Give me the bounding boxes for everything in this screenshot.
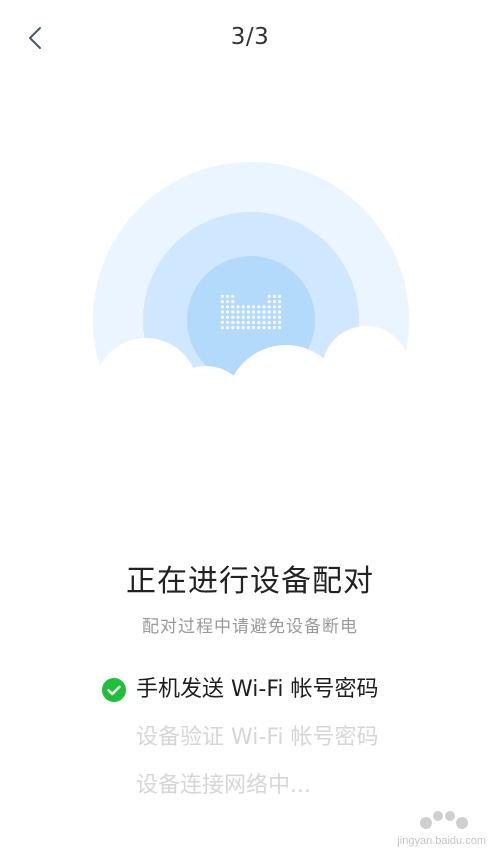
device-dot bbox=[226, 315, 230, 319]
device-dot bbox=[272, 326, 276, 330]
step-item-verify-wifi: 设备验证 Wi-Fi 帐号密码 bbox=[102, 720, 378, 768]
device-dot bbox=[241, 305, 245, 309]
device-dot bbox=[272, 315, 276, 319]
device-dot bbox=[278, 305, 282, 309]
device-dot bbox=[272, 310, 276, 314]
watermark-text: jingyan.baidu.com bbox=[397, 835, 486, 847]
device-dot bbox=[278, 310, 282, 314]
device-dot bbox=[236, 326, 240, 330]
step-item-connect-network: 设备连接网络中... bbox=[102, 768, 378, 816]
device-dot bbox=[241, 320, 245, 324]
device-dot bbox=[257, 326, 261, 330]
device-dot bbox=[272, 320, 276, 324]
step-item-send-wifi: 手机发送 Wi-Fi 帐号密码 bbox=[102, 672, 378, 720]
step-indicator: 3/3 bbox=[230, 24, 270, 50]
device-dot bbox=[220, 294, 224, 298]
device-dot bbox=[226, 310, 230, 314]
device-dot bbox=[226, 305, 230, 309]
device-dot bbox=[252, 320, 256, 324]
device-dot bbox=[246, 315, 250, 319]
device-dot bbox=[272, 305, 276, 309]
device-dot bbox=[267, 294, 271, 298]
device-dot bbox=[267, 310, 271, 314]
pairing-illustration bbox=[86, 160, 446, 478]
device-dot bbox=[236, 305, 240, 309]
device-dot bbox=[257, 315, 261, 319]
device-dot bbox=[220, 310, 224, 314]
paw-logo-icon bbox=[420, 811, 468, 829]
device-dot bbox=[278, 320, 282, 324]
device-dot bbox=[252, 315, 256, 319]
device-dot bbox=[278, 315, 282, 319]
device-dot bbox=[226, 326, 230, 330]
page-subtitle: 配对过程中请避免设备断电 bbox=[142, 617, 358, 637]
device-dot bbox=[236, 310, 240, 314]
device-dot bbox=[272, 300, 276, 304]
device-dot bbox=[257, 310, 261, 314]
device-dot bbox=[246, 305, 250, 309]
device-dot bbox=[231, 310, 235, 314]
device-dot bbox=[267, 320, 271, 324]
device-dot bbox=[257, 320, 261, 324]
device-dot bbox=[257, 305, 261, 309]
device-dot bbox=[246, 320, 250, 324]
device-dot bbox=[252, 310, 256, 314]
page-title: 正在进行设备配对 bbox=[126, 564, 374, 599]
device-dot bbox=[278, 326, 282, 330]
watermark: jingyan.baidu.com bbox=[366, 807, 486, 847]
device-dot bbox=[246, 326, 250, 330]
device-dot bbox=[278, 294, 282, 298]
device-dot bbox=[262, 326, 266, 330]
device-dot bbox=[262, 305, 266, 309]
device-dot bbox=[226, 294, 230, 298]
step-label: 设备验证 Wi-Fi 帐号密码 bbox=[136, 725, 379, 750]
device-dot bbox=[231, 326, 235, 330]
device-dot bbox=[231, 294, 235, 298]
device-dot bbox=[241, 310, 245, 314]
device-dot bbox=[267, 326, 271, 330]
device-dot bbox=[220, 320, 224, 324]
device-dot bbox=[226, 320, 230, 324]
pairing-steps-list: 手机发送 Wi-Fi 帐号密码 设备验证 Wi-Fi 帐号密码 设备连接网络中.… bbox=[102, 672, 378, 816]
device-dot bbox=[231, 315, 235, 319]
device-dot bbox=[246, 310, 250, 314]
device-dot bbox=[231, 300, 235, 304]
device-cloud-illustration bbox=[86, 162, 446, 478]
device-dot bbox=[220, 315, 224, 319]
device-dot bbox=[267, 300, 271, 304]
device-dot bbox=[226, 300, 230, 304]
device-dot bbox=[252, 305, 256, 309]
header: 3/3 bbox=[0, 0, 500, 80]
device-dot bbox=[220, 300, 224, 304]
device-dot bbox=[220, 326, 224, 330]
device-dot bbox=[272, 294, 276, 298]
device-dot bbox=[220, 305, 224, 309]
device-dot bbox=[262, 315, 266, 319]
device-dot bbox=[241, 315, 245, 319]
device-dot bbox=[267, 305, 271, 309]
device-dot bbox=[236, 320, 240, 324]
device-dot bbox=[241, 326, 245, 330]
device-dot bbox=[262, 320, 266, 324]
check-circle-icon bbox=[102, 678, 126, 702]
device-dot bbox=[231, 305, 235, 309]
step-label: 手机发送 Wi-Fi 帐号密码 bbox=[136, 677, 379, 702]
device-dot bbox=[236, 315, 240, 319]
device-dot bbox=[278, 300, 282, 304]
step-label: 设备连接网络中... bbox=[136, 773, 311, 798]
device-dot bbox=[252, 326, 256, 330]
device-dot bbox=[262, 310, 266, 314]
device-dot bbox=[231, 320, 235, 324]
device-dot bbox=[267, 315, 271, 319]
